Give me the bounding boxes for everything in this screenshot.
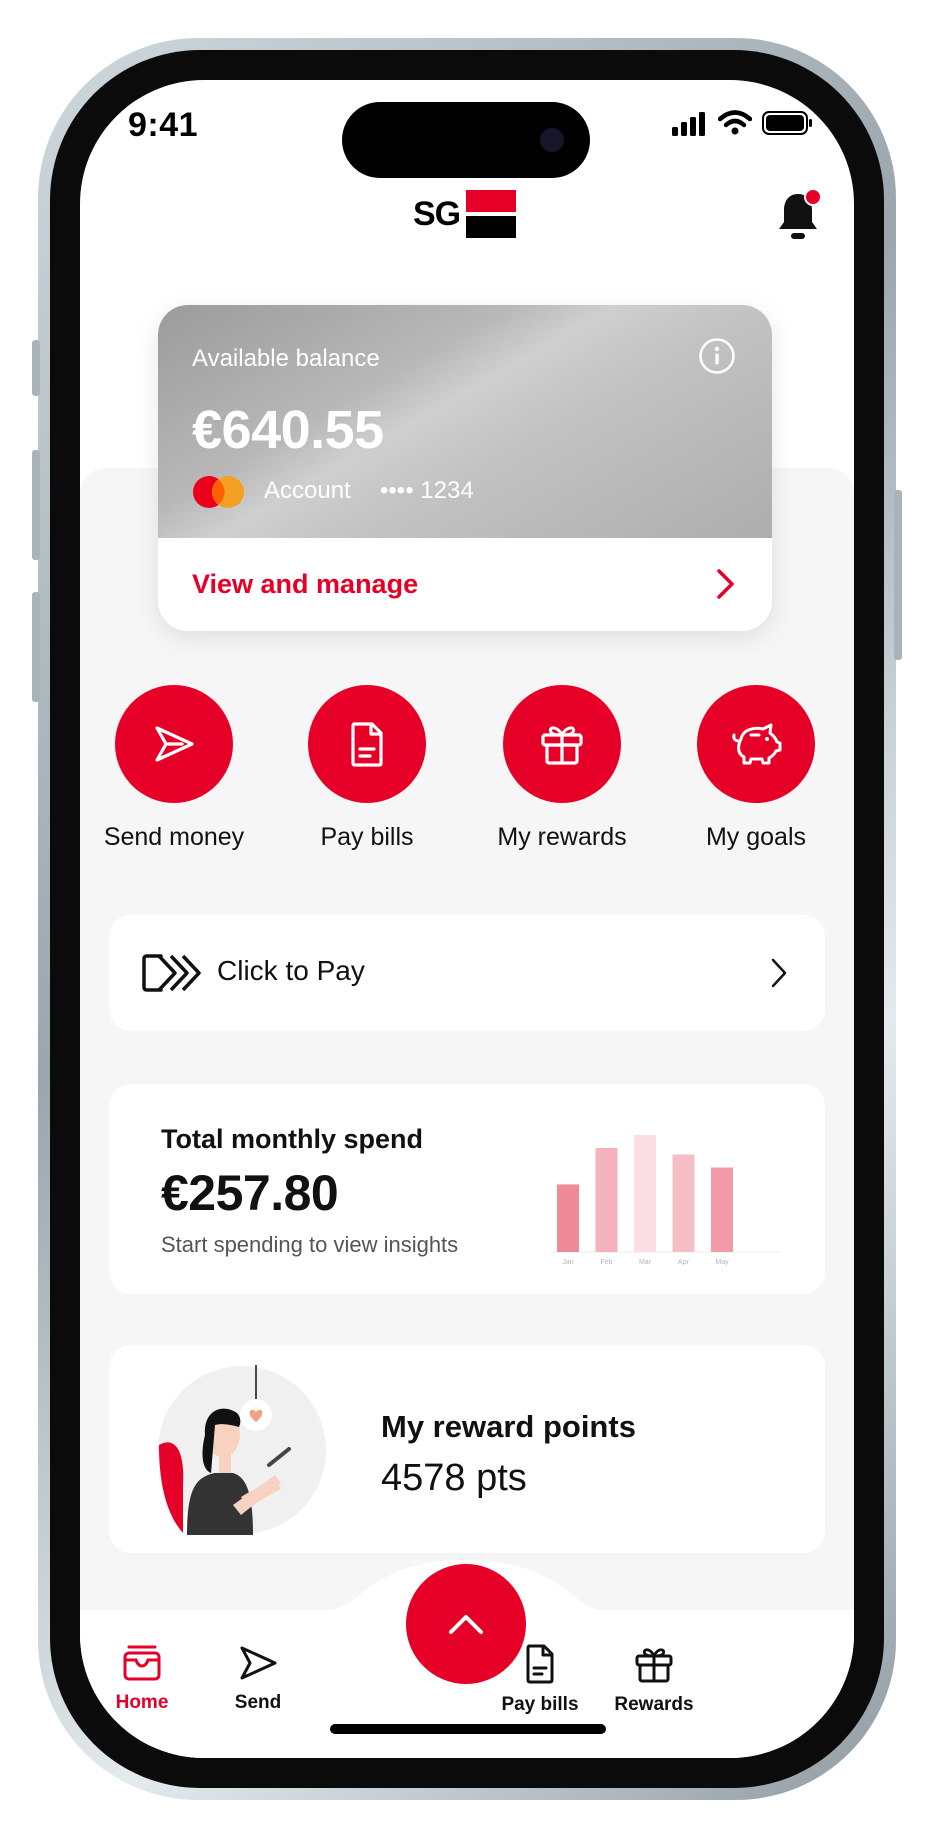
send-icon bbox=[240, 1646, 277, 1680]
home-icon bbox=[123, 1645, 161, 1681]
reward-points: 4578 pts bbox=[381, 1457, 527, 1499]
my-goals-label: My goals bbox=[705, 823, 807, 851]
chart-bar-may bbox=[711, 1167, 733, 1252]
brand-logo: SG bbox=[413, 190, 517, 238]
tab-home[interactable]: Home bbox=[82, 1644, 202, 1714]
pay-bills-label: Pay bills bbox=[320, 823, 414, 851]
mastercard-icon bbox=[193, 476, 244, 508]
document-icon bbox=[351, 722, 383, 767]
my-goals-circle[interactable] bbox=[697, 685, 815, 803]
monthly-spend-card[interactable]: Total monthly spend €257.80 Start spendi… bbox=[109, 1084, 825, 1294]
status-time: 9:41 bbox=[128, 106, 199, 144]
my-rewards-button[interactable]: My rewards bbox=[472, 685, 652, 852]
tab-rewards[interactable]: Rewards bbox=[594, 1644, 714, 1716]
chevron-right-icon[interactable] bbox=[769, 957, 789, 989]
status-icons bbox=[672, 110, 814, 136]
balance-card[interactable]: Available balance €640.55 Account •••• 1… bbox=[158, 305, 772, 631]
chart-tick-label-jan: Jan bbox=[562, 1259, 573, 1266]
spend-subtitle: Start spending to view insights bbox=[161, 1232, 459, 1257]
send-icon bbox=[155, 726, 194, 762]
click-to-pay-label: Click to Pay bbox=[217, 955, 365, 986]
view-and-manage-link[interactable]: View and manage bbox=[192, 569, 418, 600]
balance-card-header: Available balance €640.55 Account •••• 1… bbox=[158, 305, 772, 538]
chart-bar-mar bbox=[634, 1135, 656, 1252]
piggy-bank-icon bbox=[732, 723, 782, 765]
chart-tick-label-may: May bbox=[715, 1259, 729, 1266]
spend-amount: €257.80 bbox=[161, 1165, 339, 1221]
spend-title: Total monthly spend bbox=[161, 1124, 423, 1154]
power-button bbox=[894, 490, 902, 660]
volume-up-button bbox=[32, 450, 40, 560]
tab-pay-bills-label: Pay bills bbox=[501, 1694, 579, 1715]
chart-bar-feb bbox=[595, 1148, 618, 1252]
chevron-right-icon[interactable] bbox=[714, 567, 738, 601]
quick-actions: Send money Pay bills My rewards My goals bbox=[80, 685, 854, 855]
balance-label: Available balance bbox=[192, 345, 380, 372]
camera-icon bbox=[540, 128, 564, 152]
app-screen: 9:41 SG Available balance €640.55 Accoun… bbox=[80, 80, 854, 1758]
info-icon[interactable] bbox=[698, 337, 736, 375]
my-rewards-circle[interactable] bbox=[503, 685, 621, 803]
chart-bar-jan bbox=[557, 1184, 579, 1252]
my-goals-button[interactable]: My goals bbox=[666, 685, 846, 852]
my-rewards-label: My rewards bbox=[497, 823, 627, 851]
tab-send[interactable]: Send bbox=[198, 1644, 318, 1714]
document-icon bbox=[526, 1644, 554, 1684]
balance-amount: €640.55 bbox=[192, 400, 384, 460]
chart-tick-label-mar: Mar bbox=[639, 1259, 652, 1266]
tab-send-label: Send bbox=[234, 1692, 282, 1713]
volume-down-button bbox=[32, 592, 40, 702]
dynamic-island bbox=[342, 102, 590, 178]
tab-rewards-label: Rewards bbox=[614, 1694, 694, 1715]
notification-bell-icon[interactable] bbox=[776, 188, 824, 244]
send-money-label: Send money bbox=[103, 823, 245, 851]
account-number: •••• 1234 bbox=[380, 477, 474, 504]
gift-icon bbox=[635, 1648, 673, 1683]
chart-tick-label-feb: Feb bbox=[600, 1259, 612, 1266]
expand-menu-button[interactable] bbox=[406, 1564, 526, 1684]
pay-bills-circle[interactable] bbox=[308, 685, 426, 803]
gift-icon bbox=[541, 726, 583, 765]
pay-bills-button[interactable]: Pay bills bbox=[277, 685, 457, 852]
chart-bar-apr bbox=[672, 1154, 695, 1252]
click-to-pay-icon bbox=[142, 954, 201, 992]
click-to-pay-card[interactable]: Click to Pay bbox=[109, 915, 825, 1031]
home-indicator bbox=[330, 1724, 606, 1734]
wifi-icon bbox=[718, 110, 752, 135]
mute-switch bbox=[32, 340, 40, 396]
send-money-button[interactable]: Send money bbox=[84, 685, 264, 852]
reward-points-card[interactable]: My reward points 4578 pts bbox=[109, 1345, 825, 1553]
send-money-circle[interactable] bbox=[115, 685, 233, 803]
account-label: Account bbox=[264, 477, 351, 504]
reward-title: My reward points bbox=[381, 1409, 636, 1444]
logo-text: SG bbox=[413, 194, 461, 233]
chevron-up-icon bbox=[449, 1615, 483, 1634]
cellular-signal-icon bbox=[672, 112, 705, 136]
spend-bar-chart: Jan Feb Mar Apr May bbox=[551, 1135, 781, 1266]
chart-tick-label-apr: Apr bbox=[678, 1259, 690, 1266]
reward-illustration-icon bbox=[158, 1365, 326, 1535]
tab-home-label: Home bbox=[115, 1692, 169, 1713]
battery-icon bbox=[762, 111, 812, 135]
logo-mark-icon bbox=[466, 190, 517, 238]
